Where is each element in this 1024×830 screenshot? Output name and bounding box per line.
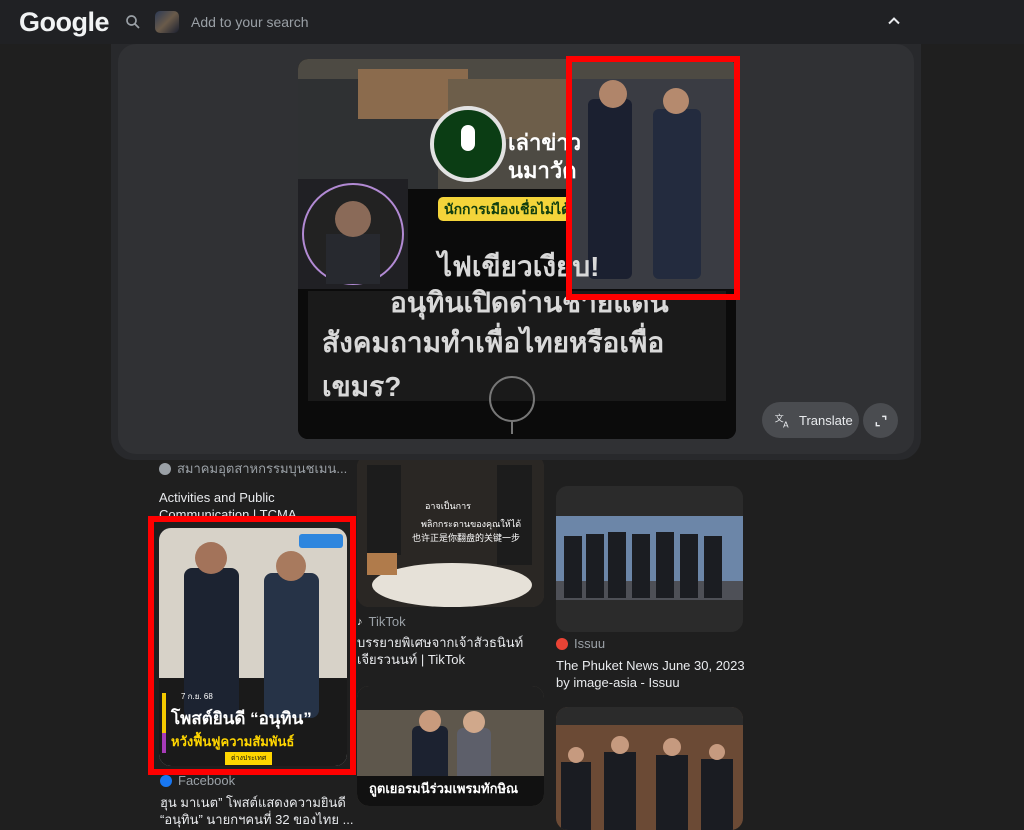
highlight-box bbox=[566, 56, 740, 300]
result-source: TikTok bbox=[368, 614, 406, 629]
group-photo bbox=[556, 486, 743, 632]
card-text: 也许正是你翻盘的关键一步 bbox=[412, 533, 521, 543]
group-photo bbox=[556, 707, 743, 830]
translate-icon: 文 A bbox=[775, 413, 789, 430]
result-title[interactable]: ฮุน มาเนต” โพสต์แสดงความยินดี “อนุทิน” น… bbox=[160, 794, 355, 828]
card-text: พลิกกระดานของคุณให้ได้ bbox=[421, 519, 522, 529]
result-image-card[interactable] bbox=[556, 707, 743, 830]
result-item[interactable]: Issuu The Phuket News June 30, 2023 by i… bbox=[556, 636, 748, 691]
highlight-box bbox=[148, 516, 356, 775]
card-text: อาจเป็นการ bbox=[425, 501, 472, 511]
result-item[interactable]: Facebook ฮุน มาเนต” โพสต์แสดงความยินดี “… bbox=[160, 773, 355, 828]
result-title[interactable]: บรรยายพิเศษจากเจ้าสัวธนินท์ เจียรวนนท์ |… bbox=[357, 634, 547, 668]
translate-label: Translate bbox=[799, 412, 853, 428]
svg-text:A: A bbox=[783, 420, 789, 430]
result-image-card[interactable]: ถูตเยอรมนีร่วมเพรมทักษิณ bbox=[357, 686, 544, 806]
site-favicon-icon bbox=[159, 462, 171, 475]
card-caption: ถูตเยอรมนีร่วมเพรมทักษิณ bbox=[369, 781, 519, 796]
result-title[interactable]: The Phuket News June 30, 2023 by image-a… bbox=[556, 657, 748, 691]
preview-tag: นักการเมืองเชื่อไม่ได้ bbox=[444, 201, 571, 217]
preview-headline: สังคมถามทำเพื่อไทยหรือเพื่อเขมร? bbox=[322, 327, 665, 402]
issuu-icon bbox=[556, 637, 568, 650]
result-source: Facebook bbox=[178, 773, 236, 788]
expand-button[interactable] bbox=[863, 403, 898, 438]
result-image-card[interactable] bbox=[556, 486, 743, 632]
search-icon[interactable] bbox=[124, 13, 142, 31]
facebook-icon bbox=[160, 774, 172, 787]
result-item[interactable]: ♪ TikTok บรรยายพิเศษจากเจ้าสัวธนินท์ เจีย… bbox=[357, 614, 547, 668]
result-source: สมาคมอุตสาหกรรมบุนชเมน... bbox=[177, 461, 348, 476]
translate-button[interactable]: 文 A Translate bbox=[762, 402, 859, 438]
chevron-up-icon[interactable] bbox=[884, 11, 904, 31]
tiktok-icon: ♪ bbox=[357, 615, 363, 628]
top-bar: Google Add to your search bbox=[0, 0, 1024, 44]
result-item[interactable]: สมาคมอุตสาหกรรมบุนชเมน... Activities and… bbox=[159, 458, 349, 523]
add-to-search-input[interactable]: Add to your search bbox=[191, 14, 309, 30]
query-image-thumbnail[interactable] bbox=[155, 11, 179, 33]
google-logo[interactable]: Google bbox=[19, 7, 110, 38]
result-source: Issuu bbox=[574, 636, 606, 651]
expand-icon bbox=[875, 415, 886, 426]
result-image-card[interactable]: อาจเป็นการ พลิกกระดานของคุณให้ได้ 也许正是你翻… bbox=[357, 455, 544, 607]
